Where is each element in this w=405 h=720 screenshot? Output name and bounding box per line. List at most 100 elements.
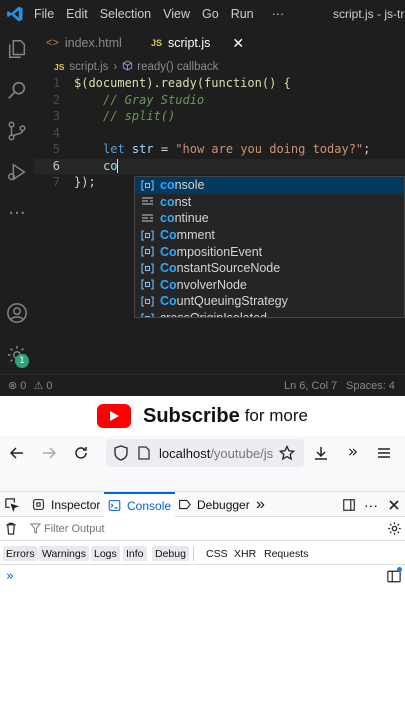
account-icon[interactable] [4, 300, 30, 326]
filter-requests[interactable]: Requests [261, 546, 311, 561]
text-cursor [117, 158, 119, 173]
bookmark-star-icon[interactable] [276, 442, 298, 464]
code-line-active: 6 co [34, 158, 405, 175]
menu-go[interactable]: Go [202, 7, 219, 21]
semicolon: ; [363, 142, 371, 156]
code-line: 3 // split() [34, 109, 405, 126]
suggestion-match: Co [160, 294, 177, 309]
js-file-icon: JS [151, 38, 163, 48]
forward-arrow-icon[interactable] [38, 442, 60, 464]
tab-inspector[interactable]: Inspector [32, 492, 100, 517]
suggestion-match: Co [160, 228, 177, 243]
tab-console[interactable]: Console [104, 492, 176, 517]
more-tabs-chevron-icon[interactable]: » [256, 492, 265, 517]
tab-script-js[interactable]: JS script.js ✕ [139, 28, 249, 58]
window-title: script.js - js-trai [333, 7, 405, 21]
menu-file[interactable]: File [34, 7, 54, 21]
html-file-icon: <> [46, 37, 59, 49]
subscribe-text: Subscribe [143, 404, 240, 427]
tab-label: index.html [64, 36, 122, 50]
cursor-position[interactable]: Ln 6, Col 7 [284, 380, 337, 392]
vscode-window: File Edit Selection View Go Run ··· scri… [0, 0, 405, 396]
search-icon[interactable] [4, 77, 30, 103]
menu-edit[interactable]: Edit [66, 7, 88, 21]
filter-warnings[interactable]: Warnings [39, 546, 89, 561]
warning-count: 0 [46, 380, 53, 392]
back-arrow-icon[interactable] [6, 442, 28, 464]
variable-symbol-icon [139, 279, 155, 291]
hamburger-menu-icon[interactable] [373, 442, 395, 464]
tab-debugger[interactable]: Debugger [178, 492, 250, 517]
variable-symbol-icon [139, 179, 155, 191]
menu-run[interactable]: Run [231, 7, 254, 21]
indentation[interactable]: Spaces: 4 [346, 380, 395, 392]
youtube-logo-icon [97, 404, 131, 428]
suggest-widget: co nsole co nst co ntinue Co mment Co mpositionEv… [134, 176, 405, 318]
page-content-area [0, 470, 405, 492]
run-debug-icon[interactable] [4, 159, 30, 185]
code-comment: // split() [103, 109, 176, 123]
suggestion-item[interactable]: crossOriginIsolated [135, 310, 404, 317]
breadcrumb-symbol[interactable]: ready() callback [137, 61, 218, 73]
explorer-icon[interactable] [4, 36, 30, 62]
symbol-method-icon [122, 60, 133, 74]
trash-icon[interactable] [5, 522, 17, 538]
filter-debug[interactable]: Debug [152, 546, 189, 561]
suggestion-item[interactable]: Co mpositionEvent [135, 243, 404, 260]
source-control-icon[interactable] [4, 118, 30, 144]
console-settings-gear-icon[interactable] [387, 521, 402, 539]
problems-indicator[interactable]: ⊗ 0 ⚠ 0 [8, 379, 53, 392]
vscode-logo-icon[interactable] [4, 3, 26, 25]
filter-logs[interactable]: Logs [91, 546, 120, 561]
suggestion-item[interactable]: Co nvolverNode [135, 277, 404, 294]
suggestion-match: co [160, 194, 175, 209]
activity-bar: ··· 1 [0, 28, 34, 374]
suggestion-rest: mpositionEvent [176, 244, 263, 259]
console-input-row[interactable]: » [0, 565, 405, 589]
filter-xhr[interactable]: XHR [231, 546, 259, 561]
variable-str: str [131, 142, 154, 156]
variable-symbol-icon [139, 262, 155, 274]
suggestion-item[interactable]: Co nstantSourceNode [135, 260, 404, 277]
url-bar[interactable]: localhost/youtube/js [106, 439, 304, 467]
for-more-text: for more [244, 406, 308, 425]
menu-view[interactable]: View [163, 7, 190, 21]
filter-output-input[interactable] [44, 520, 344, 538]
breadcrumb-file[interactable]: script.js [69, 61, 108, 73]
page-icon[interactable] [138, 446, 150, 463]
element-picker-icon[interactable] [4, 492, 19, 517]
keyword-let: let [103, 142, 125, 156]
overflow-chevrons-icon[interactable]: » [342, 441, 364, 463]
status-bar: ⊗ 0 ⚠ 0 Ln 6, Col 7 Spaces: 4 [0, 374, 405, 396]
suggestion-item[interactable]: Co untQueuingStrategy [135, 293, 404, 310]
error-count: 0 [20, 380, 27, 392]
shield-icon[interactable] [114, 445, 128, 464]
reload-icon[interactable] [70, 442, 92, 464]
filter-info[interactable]: Info [123, 546, 147, 561]
code-text: $(document).ready(function() { [74, 76, 291, 90]
editor-mode-toggle-icon[interactable] [387, 567, 402, 586]
suggestion-item[interactable]: co nst [135, 194, 404, 211]
more-icon[interactable]: ··· [4, 200, 30, 226]
code-statement: let str = "how are you doing today?"; [103, 142, 370, 159]
tab-index-html[interactable]: <> index.html [34, 28, 139, 58]
menu-selection[interactable]: Selection [100, 7, 151, 21]
filter-errors[interactable]: Errors [3, 546, 38, 561]
line-number: 7 [52, 175, 60, 189]
close-icon[interactable]: ✕ [232, 35, 244, 52]
subscribe-banner: Subscribe for more [0, 396, 405, 436]
filter-css[interactable]: CSS [203, 546, 231, 561]
close-devtools-icon[interactable] [388, 492, 400, 517]
dock-layout-icon[interactable] [342, 492, 356, 517]
js-file-icon: JS [54, 62, 65, 72]
menu-more[interactable]: ··· [272, 7, 285, 21]
download-icon[interactable] [310, 442, 332, 464]
suggestion-item[interactable]: Co mment [135, 227, 404, 244]
suggestion-item[interactable]: co ntinue [135, 210, 404, 227]
devtools-panel: Inspector Console Debugger » ··· Filter … [0, 492, 405, 720]
code-line: 2 // Gray Studio [34, 93, 405, 110]
suggestion-match: co [160, 211, 175, 226]
suggestion-item[interactable]: co nsole [135, 177, 404, 194]
settings-badge: 1 [15, 354, 29, 368]
options-ellipsis-icon[interactable]: ··· [364, 492, 378, 517]
